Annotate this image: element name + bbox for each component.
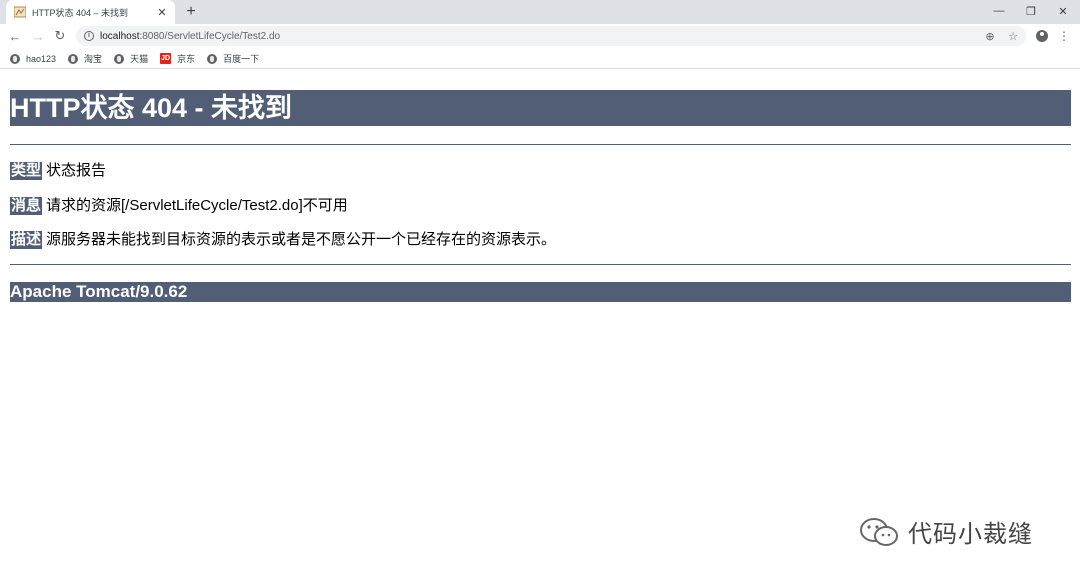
- minimize-icon[interactable]: —: [982, 0, 1016, 22]
- bookmark-baidu[interactable]: 百度一下: [207, 52, 259, 65]
- watermark: 代码小裁缝: [858, 514, 1033, 549]
- page-title: HTTP状态 404 - 未找到: [10, 90, 1071, 126]
- bookmark-label: 淘宝: [84, 54, 103, 64]
- jd-icon: JD: [160, 53, 172, 64]
- server-footer: Apache Tomcat/9.0.62: [10, 282, 1071, 302]
- globe-icon: [68, 53, 79, 64]
- kebab-menu-icon[interactable]: ⋮: [1055, 27, 1073, 45]
- watermark-text: 代码小裁缝: [908, 520, 1033, 548]
- tab-strip: HTTP状态 404 – 未找到 ✕ + — ❐ ✕: [0, 0, 1080, 24]
- bookmarks-bar: hao123 淘宝 天猫 JD 京东 百度一下: [0, 49, 1080, 69]
- bookmark-label: hao123: [26, 53, 57, 64]
- tab-close-icon[interactable]: ✕: [155, 5, 169, 19]
- site-info-icon[interactable]: i: [84, 31, 94, 41]
- type-row: 类型 状态报告: [10, 162, 106, 180]
- url-text[interactable]: localhost:8080/ServletLifeCycle/Test2.do: [100, 31, 280, 42]
- tomcat-favicon-icon: [14, 6, 26, 18]
- window-close-icon[interactable]: ✕: [1046, 0, 1080, 22]
- restore-icon[interactable]: ❐: [1014, 0, 1048, 22]
- url-path: :8080/ServletLifeCycle/Test2.do: [139, 30, 281, 42]
- bookmark-star-icon[interactable]: ☆: [1005, 26, 1021, 46]
- divider: [10, 264, 1071, 265]
- browser-tab[interactable]: HTTP状态 404 – 未找到 ✕: [6, 0, 175, 24]
- bookmark-hao123[interactable]: hao123: [10, 53, 57, 64]
- type-value: 状态报告: [46, 162, 107, 179]
- profile-avatar-icon[interactable]: [1033, 27, 1051, 45]
- reload-icon[interactable]: ↻: [51, 27, 69, 45]
- address-bar[interactable]: i localhost:8080/ServletLifeCycle/Test2.…: [76, 26, 1026, 46]
- bookmark-label: 百度一下: [223, 54, 260, 64]
- message-value: 请求的资源[/ServletLifeCycle/Test2.do]不可用: [46, 197, 348, 214]
- divider: [10, 144, 1071, 145]
- wechat-icon: [860, 517, 898, 546]
- bookmark-label: 天猫: [130, 54, 149, 64]
- bookmark-tmall[interactable]: 天猫: [114, 52, 148, 65]
- forward-icon[interactable]: →: [29, 27, 47, 45]
- new-tab-icon[interactable]: +: [182, 3, 200, 21]
- back-icon[interactable]: ←: [6, 27, 24, 45]
- zoom-icon[interactable]: ⊕: [982, 26, 998, 46]
- message-label: 消息: [10, 197, 43, 215]
- message-row: 消息 请求的资源[/ServletLifeCycle/Test2.do]不可用: [10, 197, 348, 215]
- bookmark-label: 京东: [177, 54, 196, 64]
- browser-toolbar: ← → ↻ i localhost:8080/ServletLifeCycle/…: [0, 24, 1080, 48]
- avatar: [1036, 30, 1048, 42]
- description-value: 源服务器未能找到目标资源的表示或者是不愿公开一个已经存在的资源表示。: [46, 231, 557, 248]
- bookmark-taobao[interactable]: 淘宝: [68, 52, 102, 65]
- description-row: 描述 源服务器未能找到目标资源的表示或者是不愿公开一个已经存在的资源表示。: [10, 231, 556, 249]
- type-label: 类型: [10, 162, 43, 180]
- globe-icon: [207, 53, 218, 64]
- tab-title: HTTP状态 404 – 未找到: [32, 7, 129, 18]
- globe-icon: [10, 53, 20, 64]
- url-host: localhost: [100, 30, 140, 42]
- bookmark-jd[interactable]: JD 京东: [160, 52, 195, 65]
- description-label: 描述: [10, 231, 43, 249]
- globe-icon: [114, 53, 125, 64]
